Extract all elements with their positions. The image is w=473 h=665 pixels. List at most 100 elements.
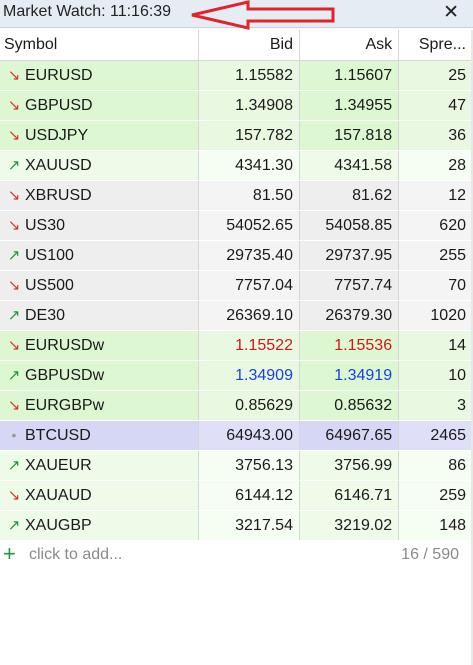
ask-cell: 81.62	[299, 180, 400, 211]
symbol-cell[interactable]: ↗ GBPUSDw	[0, 360, 199, 391]
bid-cell: 157.782	[198, 120, 300, 151]
ask-cell: 4341.58	[299, 150, 400, 181]
symbol-name: EURUSD	[25, 67, 93, 84]
ask-cell: 54058.85	[299, 210, 400, 241]
symbol-name: XAUGBP	[25, 517, 92, 534]
symbol-cell[interactable]: ↘ US500	[0, 270, 199, 301]
arrow-down-right-icon: ↘	[7, 277, 21, 294]
bid-cell: 54052.65	[198, 210, 300, 241]
table-row[interactable]: • BTCUSD 64943.00 64967.65 2465	[0, 420, 473, 451]
table-row[interactable]: ↗ XAUUSD 4341.30 4341.58 28	[0, 150, 473, 181]
arrow-down-right-icon: ↘	[7, 187, 21, 204]
spread-cell: 86	[398, 450, 473, 481]
table-row[interactable]: ↗ XAUGBP 3217.54 3219.02 148	[0, 510, 473, 541]
column-header-ask[interactable]: Ask	[299, 30, 400, 61]
spread-cell: 28	[398, 150, 473, 181]
table-row[interactable]: ↗ DE30 26369.10 26379.30 1020	[0, 300, 473, 331]
table-row[interactable]: ↘ EURUSDw 1.15522 1.15536 14	[0, 330, 473, 361]
bid-cell: 26369.10	[198, 300, 300, 331]
bid-cell: 0.85629	[198, 390, 300, 421]
column-header-bid[interactable]: Bid	[198, 30, 300, 61]
symbol-name: USDJPY	[25, 127, 89, 144]
symbol-name: GBPUSDw	[25, 367, 105, 384]
spread-cell: 14	[398, 330, 473, 361]
symbol-cell[interactable]: ↘ USDJPY	[0, 120, 199, 151]
symbol-name: BTCUSD	[25, 426, 91, 444]
symbol-name: US100	[25, 247, 74, 264]
arrow-up-right-icon: ↗	[7, 457, 21, 474]
table-row[interactable]: ↘ EURUSD 1.15582 1.15607 25	[0, 60, 473, 91]
spread-cell: 259	[398, 480, 473, 511]
symbol-cell[interactable]: ↘ EURUSD	[0, 60, 199, 91]
symbol-cell[interactable]: ↘ US30	[0, 210, 199, 241]
symbol-cell[interactable]: ↘ XAUAUD	[0, 480, 199, 511]
table-header: Symbol Bid Ask Spre...	[0, 30, 473, 61]
table-row[interactable]: ↘ US30 54052.65 54058.85 620	[0, 210, 473, 241]
dot-icon: •	[11, 426, 17, 443]
ask-cell: 29737.95	[299, 240, 400, 271]
spread-cell: 148	[398, 510, 473, 541]
symbol-name: XBRUSD	[25, 187, 92, 204]
bid-cell: 1.34909	[198, 360, 300, 391]
ask-cell: 26379.30	[299, 300, 400, 331]
symbol-cell[interactable]: ↗ XAUEUR	[0, 450, 199, 481]
add-symbol-label[interactable]: click to add...	[29, 546, 122, 564]
bid-cell: 1.15522	[198, 330, 300, 361]
bid-cell: 1.15582	[198, 60, 300, 91]
bid-cell: 29735.40	[198, 240, 300, 271]
arrow-up-right-icon: ↗	[7, 247, 21, 264]
symbol-cell[interactable]: ↘ EURUSDw	[0, 330, 199, 361]
ask-cell: 3219.02	[299, 510, 400, 541]
ask-cell: 0.85632	[299, 390, 400, 421]
symbol-name: EURGBPw	[25, 397, 105, 414]
plus-icon[interactable]: +	[3, 541, 16, 567]
ask-cell: 7757.74	[299, 270, 400, 301]
table-row[interactable]: ↘ EURGBPw 0.85629 0.85632 3	[0, 390, 473, 421]
bid-cell: 6144.12	[198, 480, 300, 511]
market-watch-table: Symbol Bid Ask Spre... ↘ EURUSD 1.15582 1.1…	[0, 30, 473, 541]
table-row[interactable]: ↘ USDJPY 157.782 157.818 36	[0, 120, 473, 151]
table-row[interactable]: ↗ US100 29735.40 29737.95 255	[0, 240, 473, 271]
bid-cell: 1.34908	[198, 90, 300, 121]
annotation-arrow-icon	[191, 0, 335, 30]
symbol-cell[interactable]: ↘ XBRUSD	[0, 180, 199, 211]
ask-cell: 64967.65	[299, 420, 400, 451]
symbol-cell[interactable]: ↗ DE30	[0, 300, 199, 331]
spread-cell: 12	[398, 180, 473, 211]
symbol-count: 16 / 590	[401, 546, 459, 563]
spread-cell: 620	[398, 210, 473, 241]
symbol-cell[interactable]: • BTCUSD	[0, 420, 199, 451]
bid-cell: 7757.04	[198, 270, 300, 301]
symbol-cell[interactable]: ↗ XAUUSD	[0, 150, 199, 181]
table-row[interactable]: ↘ XAUAUD 6144.12 6146.71 259	[0, 480, 473, 511]
ask-cell: 1.34955	[299, 90, 400, 121]
ask-cell: 3756.99	[299, 450, 400, 481]
close-icon[interactable]: ✕	[443, 1, 459, 24]
table-row[interactable]: ↗ XAUEUR 3756.13 3756.99 86	[0, 450, 473, 481]
symbol-cell[interactable]: ↗ XAUGBP	[0, 510, 199, 541]
symbol-name: US500	[25, 277, 74, 294]
bid-cell: 81.50	[198, 180, 300, 211]
ask-cell: 1.15536	[299, 330, 400, 361]
arrow-down-right-icon: ↘	[7, 487, 21, 504]
spread-cell: 70	[398, 270, 473, 301]
add-symbol-row[interactable]: + click to add... 16 / 590	[0, 541, 473, 569]
arrow-down-right-icon: ↘	[7, 97, 21, 114]
arrow-down-right-icon: ↘	[7, 397, 21, 414]
ask-cell: 1.34919	[299, 360, 400, 391]
spread-cell: 47	[398, 90, 473, 121]
column-header-spread[interactable]: Spre...	[398, 30, 473, 61]
table-row[interactable]: ↗ GBPUSDw 1.34909 1.34919 10	[0, 360, 473, 391]
spread-cell: 255	[398, 240, 473, 271]
spread-cell: 10	[398, 360, 473, 391]
symbol-cell[interactable]: ↗ US100	[0, 240, 199, 271]
arrow-up-right-icon: ↗	[7, 367, 21, 384]
column-header-symbol[interactable]: Symbol	[0, 30, 199, 61]
table-row[interactable]: ↘ US500 7757.04 7757.74 70	[0, 270, 473, 301]
spread-cell: 3	[398, 390, 473, 421]
table-row[interactable]: ↘ GBPUSD 1.34908 1.34955 47	[0, 90, 473, 121]
ask-cell: 1.15607	[299, 60, 400, 91]
symbol-cell[interactable]: ↘ GBPUSD	[0, 90, 199, 121]
symbol-cell[interactable]: ↘ EURGBPw	[0, 390, 199, 421]
table-row[interactable]: ↘ XBRUSD 81.50 81.62 12	[0, 180, 473, 211]
